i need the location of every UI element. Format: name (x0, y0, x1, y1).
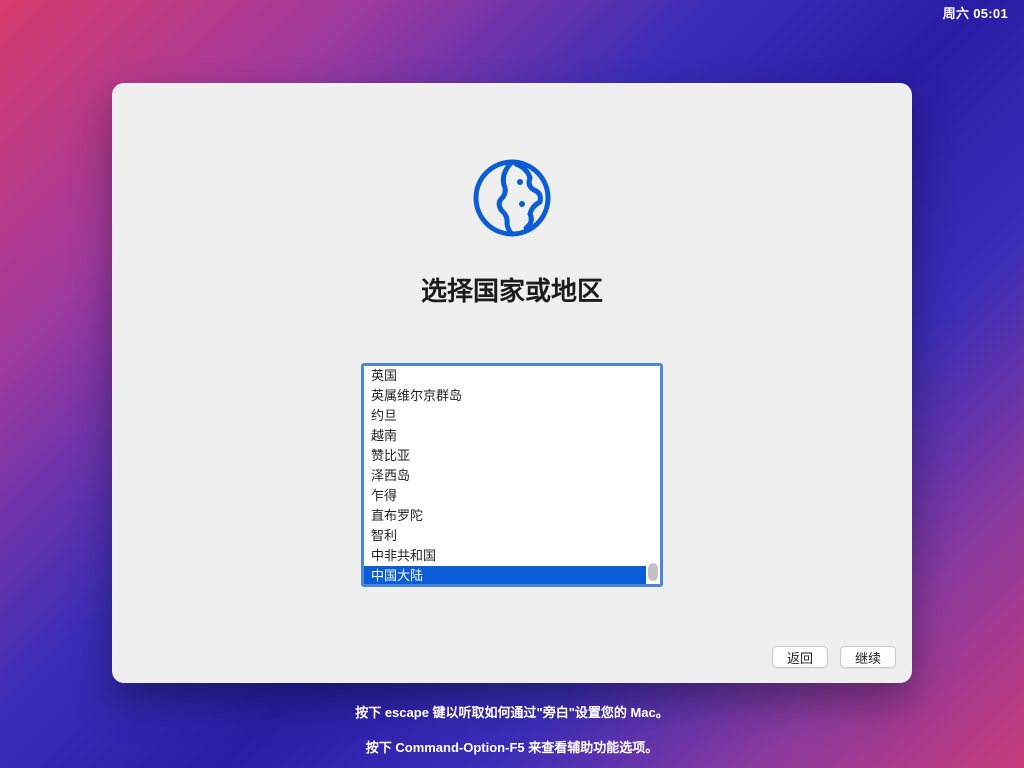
hint-command-option-f5: 按下 Command-Option-F5 来查看辅助功能选项。 (366, 737, 659, 756)
panel-footer: 返回 继续 (112, 631, 912, 683)
scrollbar[interactable] (646, 366, 660, 584)
globe-icon (472, 158, 552, 243)
hint-escape-voiceover: 按下 escape 键以听取如何通过"旁白"设置您的 Mac。 (355, 702, 669, 721)
country-option[interactable]: 约旦 (364, 406, 646, 426)
country-option[interactable]: 越南 (364, 426, 646, 446)
desktop-background: 周六 05:01 选择国家或地区 英国英属维尔京群岛约旦越南赞比亚泽西岛乍得直布… (0, 0, 1024, 768)
menubar: 周六 05:01 (943, 0, 1024, 24)
continue-button[interactable]: 继续 (840, 646, 896, 668)
country-option[interactable]: 乍得 (364, 486, 646, 506)
country-option[interactable]: 智利 (364, 526, 646, 546)
country-option[interactable]: 泽西岛 (364, 466, 646, 486)
accessibility-hints: 按下 escape 键以听取如何通过"旁白"设置您的 Mac。 按下 Comma… (0, 702, 1024, 756)
country-listbox[interactable]: 英国英属维尔京群岛约旦越南赞比亚泽西岛乍得直布罗陀智利中非共和国中国大陆 (361, 363, 663, 587)
country-option[interactable]: 中国大陆 (364, 566, 646, 584)
country-option[interactable]: 中非共和国 (364, 546, 646, 566)
back-button[interactable]: 返回 (772, 646, 828, 668)
scrollbar-thumb[interactable] (648, 563, 658, 581)
setup-assistant-panel: 选择国家或地区 英国英属维尔京群岛约旦越南赞比亚泽西岛乍得直布罗陀智利中非共和国… (112, 83, 912, 683)
menubar-clock: 周六 05:01 (943, 3, 1008, 22)
country-option[interactable]: 直布罗陀 (364, 506, 646, 526)
country-option[interactable]: 英国 (364, 366, 646, 386)
country-option[interactable]: 英属维尔京群岛 (364, 386, 646, 406)
country-option[interactable]: 赞比亚 (364, 446, 646, 466)
page-title: 选择国家或地区 (421, 271, 603, 308)
